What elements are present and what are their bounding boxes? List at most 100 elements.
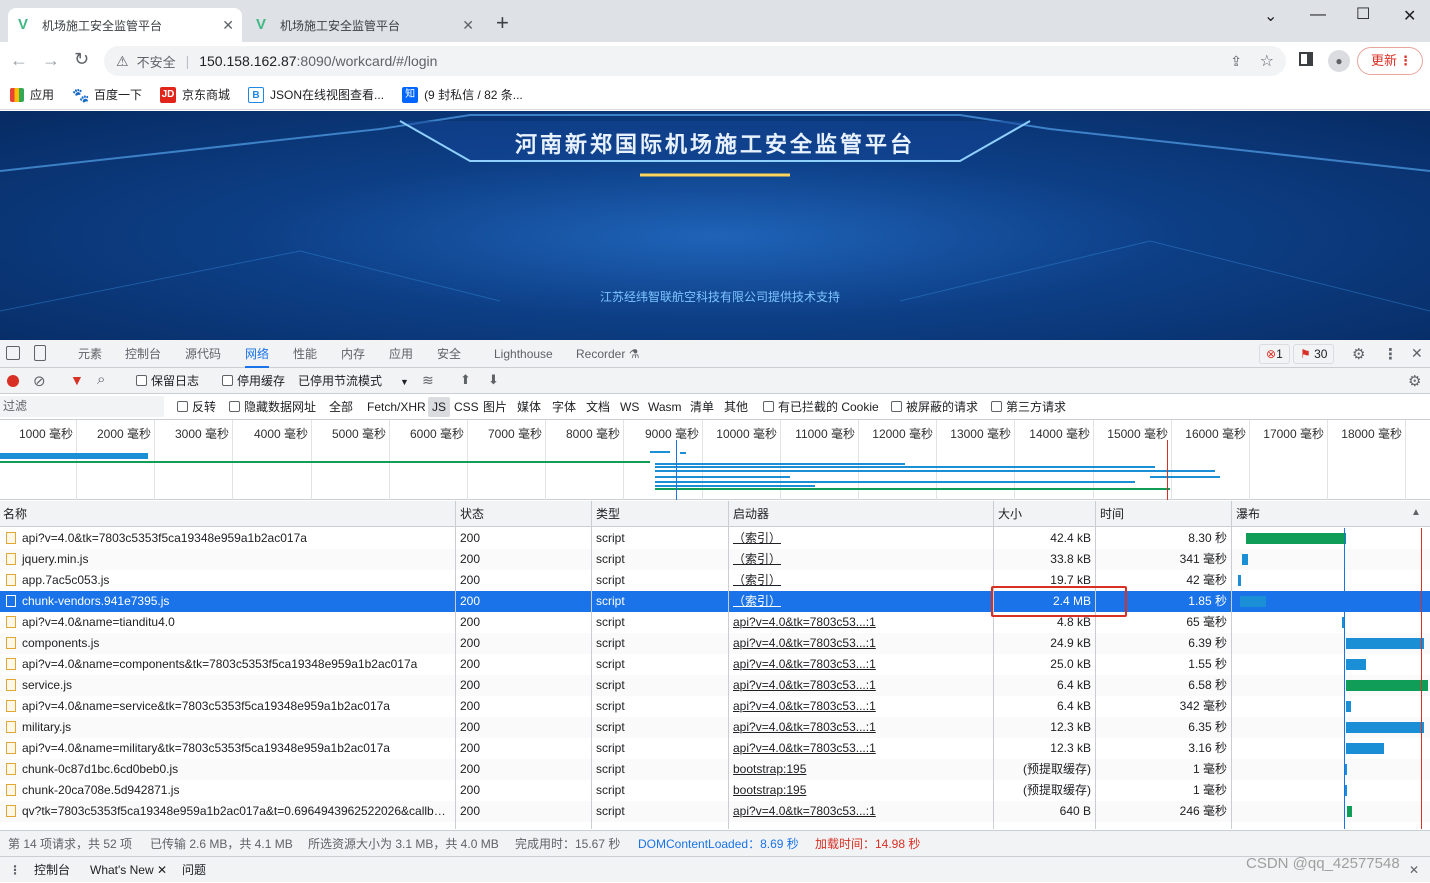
- tab-console[interactable]: 控制台: [125, 340, 161, 368]
- filter-type-media[interactable]: 媒体: [517, 394, 541, 420]
- table-row[interactable]: chunk-vendors.941e7395.js 200 script （索引） 2.…: [0, 591, 1430, 612]
- drawer-tab-console[interactable]: 控制台: [34, 857, 70, 883]
- request-name-text[interactable]: military.js: [22, 720, 71, 734]
- tab-application[interactable]: 应用: [389, 340, 413, 368]
- inspect-element-icon[interactable]: [6, 346, 20, 360]
- request-initiator-text[interactable]: api?v=4.0&tk=7803c53...:1: [733, 657, 876, 671]
- request-name-text[interactable]: app.7ac5c053.js: [22, 573, 109, 587]
- error-counter[interactable]: ⊗1: [1259, 344, 1290, 364]
- profile-avatar-icon[interactable]: ●: [1328, 50, 1350, 72]
- clear-icon[interactable]: ⊘: [33, 372, 46, 390]
- request-name-text[interactable]: api?v=4.0&name=components&tk=7803c5353f5…: [22, 657, 417, 671]
- request-initiator[interactable]: api?v=4.0&tk=7803c53...:1: [733, 738, 989, 759]
- request-initiator[interactable]: api?v=4.0&tk=7803c53...:1: [733, 612, 989, 633]
- close-tab-icon[interactable]: ✕: [222, 17, 234, 34]
- request-name[interactable]: military.js: [6, 717, 452, 738]
- minimize-icon[interactable]: —: [1310, 6, 1326, 24]
- share-icon[interactable]: ⇪: [1230, 53, 1242, 70]
- network-overview-timeline[interactable]: 1000 毫秒 2000 毫秒 3000 毫秒 4000 毫秒 5000 毫秒 6000 …: [0, 420, 1430, 500]
- blocked-requests-checkbox[interactable]: 被屏蔽的请求: [891, 394, 978, 420]
- request-name-text[interactable]: chunk-0c87d1bc.6cd0beb0.js: [22, 762, 178, 776]
- drawer-menu-icon[interactable]: ⋮: [9, 857, 21, 883]
- column-initiator[interactable]: 启动器: [730, 501, 769, 527]
- issues-counter[interactable]: ⚑ 30: [1293, 344, 1335, 364]
- tab-performance[interactable]: 性能: [293, 340, 317, 368]
- request-initiator[interactable]: （索引）: [733, 528, 989, 549]
- filter-type-wasm[interactable]: Wasm: [648, 394, 682, 420]
- tab-security[interactable]: 安全: [437, 340, 461, 368]
- column-type[interactable]: 类型: [593, 501, 620, 527]
- forward-icon[interactable]: →: [42, 50, 60, 71]
- tab-sources[interactable]: 源代码: [185, 340, 221, 368]
- request-initiator[interactable]: api?v=4.0&tk=7803c53...:1: [733, 675, 989, 696]
- filter-type-js[interactable]: JS: [428, 397, 451, 417]
- request-initiator-text[interactable]: （索引）: [733, 552, 781, 566]
- request-name[interactable]: jquery.min.js: [6, 549, 452, 570]
- tab-network[interactable]: 网络: [245, 340, 270, 368]
- filter-type-font[interactable]: 字体: [552, 394, 576, 420]
- table-row[interactable]: api?v=4.0&name=service&tk=7803c5353f5ca1…: [0, 696, 1430, 717]
- request-name-text[interactable]: jquery.min.js: [22, 552, 88, 566]
- table-row[interactable]: chunk-0c87d1bc.6cd0beb0.js 200 script boots…: [0, 759, 1430, 780]
- reload-icon[interactable]: ↻: [74, 49, 89, 70]
- close-tab-icon[interactable]: ✕: [462, 17, 474, 34]
- tab-elements[interactable]: 元素: [78, 340, 102, 368]
- request-name-text[interactable]: components.js: [22, 636, 99, 650]
- sort-ascending-icon[interactable]: ▲: [1411, 507, 1421, 518]
- more-options-icon[interactable]: ⋮: [1383, 345, 1398, 363]
- request-initiator[interactable]: （索引）: [733, 549, 989, 570]
- request-initiator-text[interactable]: api?v=4.0&tk=7803c53...:1: [733, 636, 876, 650]
- table-row[interactable]: chunk-20ca708e.5d942871.js 200 script boots…: [0, 780, 1430, 801]
- request-initiator-text[interactable]: （索引）: [733, 531, 781, 545]
- blocked-cookies-checkbox[interactable]: 有已拦截的 Cookie: [763, 394, 879, 420]
- preserve-log-checkbox[interactable]: 保留日志: [136, 368, 199, 394]
- hide-data-urls-checkbox[interactable]: 隐藏数据网址: [229, 394, 316, 420]
- request-initiator-text[interactable]: api?v=4.0&tk=7803c53...:1: [733, 741, 876, 755]
- network-conditions-icon[interactable]: ≋: [422, 372, 434, 389]
- column-time[interactable]: 时间: [1097, 501, 1124, 527]
- security-label[interactable]: 不安全: [137, 52, 176, 71]
- request-initiator[interactable]: api?v=4.0&tk=7803c53...:1: [733, 654, 989, 675]
- request-name-text[interactable]: api?v=4.0&tk=7803c5353f5ca19348e959a1b2a…: [22, 531, 307, 545]
- invert-checkbox[interactable]: 反转: [177, 394, 216, 420]
- menu-dots-icon[interactable]: ⋮: [1399, 48, 1412, 74]
- filter-type-img[interactable]: 图片: [483, 394, 507, 420]
- column-status[interactable]: 状态: [457, 501, 484, 527]
- request-initiator[interactable]: api?v=4.0&tk=7803c53...:1: [733, 696, 989, 717]
- request-name[interactable]: api?v=4.0&name=service&tk=7803c5353f5ca1…: [6, 696, 452, 717]
- close-drawer-icon[interactable]: ✕: [1409, 857, 1419, 883]
- drawer-tab-whats-new[interactable]: What's New ✕: [90, 857, 167, 883]
- settings-gear-icon[interactable]: ⚙: [1352, 345, 1365, 363]
- filter-type-css[interactable]: CSS: [454, 394, 479, 420]
- request-initiator[interactable]: api?v=4.0&tk=7803c53...:1: [733, 633, 989, 654]
- request-name-text[interactable]: api?v=4.0&name=military&tk=7803c5353f5ca…: [22, 741, 390, 755]
- throttling-select[interactable]: 已停用节流模式 ▼: [298, 368, 409, 395]
- request-initiator[interactable]: （索引）: [733, 570, 989, 591]
- close-icon[interactable]: ✕: [157, 863, 167, 877]
- request-name-text[interactable]: chunk-vendors.941e7395.js: [22, 594, 169, 608]
- table-row[interactable]: jquery.min.js 200 script （索引） 33.8 kB 341 毫秒: [0, 549, 1430, 570]
- bookmark-apps[interactable]: 应用: [10, 86, 54, 103]
- request-initiator-text[interactable]: api?v=4.0&tk=7803c53...:1: [733, 678, 876, 692]
- window-close-icon[interactable]: ✕: [1403, 6, 1416, 26]
- maximize-icon[interactable]: ☐: [1356, 4, 1370, 24]
- disable-cache-checkbox[interactable]: 停用缓存: [222, 368, 285, 394]
- request-initiator-text[interactable]: bootstrap:195: [733, 762, 806, 776]
- filter-type-ws[interactable]: WS: [620, 394, 639, 420]
- tab-search-icon[interactable]: ⌄: [1264, 6, 1277, 26]
- bookmark-star-icon[interactable]: ☆: [1260, 51, 1274, 71]
- request-initiator-text[interactable]: api?v=4.0&tk=7803c53...:1: [733, 699, 876, 713]
- request-initiator[interactable]: bootstrap:195: [733, 759, 989, 780]
- filter-type-manifest[interactable]: 清单: [690, 394, 714, 420]
- import-har-icon[interactable]: ⬆: [460, 372, 471, 388]
- tab-memory[interactable]: 内存: [341, 340, 365, 368]
- close-devtools-icon[interactable]: ✕: [1411, 345, 1423, 362]
- request-name[interactable]: api?v=4.0&name=military&tk=7803c5353f5ca…: [6, 738, 452, 759]
- filter-type-all[interactable]: 全部: [329, 394, 353, 420]
- record-icon[interactable]: [7, 375, 19, 387]
- filter-type-other[interactable]: 其他: [724, 394, 748, 420]
- filter-type-fetch-xhr[interactable]: Fetch/XHR: [367, 394, 426, 420]
- table-row[interactable]: api?v=4.0&name=military&tk=7803c5353f5ca…: [0, 738, 1430, 759]
- request-name[interactable]: chunk-0c87d1bc.6cd0beb0.js: [6, 759, 452, 780]
- request-name[interactable]: service.js: [6, 675, 452, 696]
